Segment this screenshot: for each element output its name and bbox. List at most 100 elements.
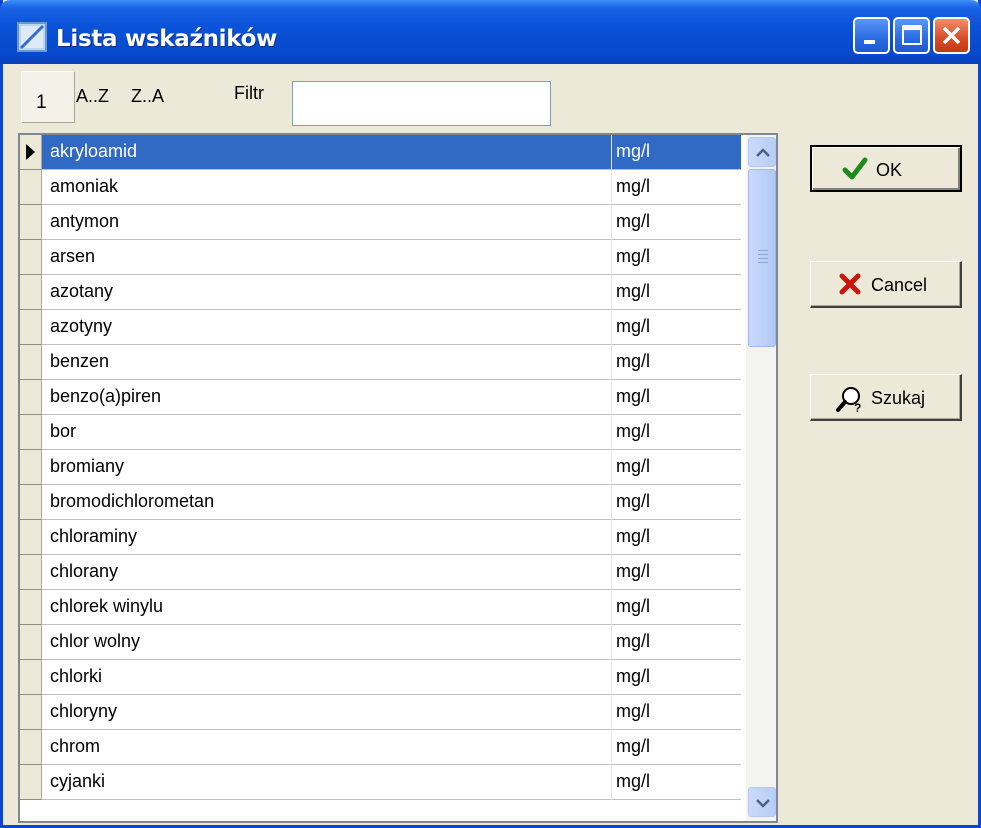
cell-unit[interactable]: mg/l (612, 485, 741, 520)
cell-unit[interactable]: mg/l (612, 415, 741, 450)
sort-numeric-button[interactable]: 1 (21, 71, 75, 123)
filter-input[interactable] (292, 81, 551, 126)
cell-unit[interactable]: mg/l (612, 135, 741, 170)
cell-unit[interactable]: mg/l (612, 205, 741, 240)
cell-unit[interactable]: mg/l (612, 240, 741, 275)
row-indicator[interactable] (20, 555, 42, 590)
table-row[interactable]: arsen mg/l (20, 240, 741, 275)
row-indicator[interactable] (20, 240, 42, 275)
table-row[interactable]: chlorany mg/l (20, 555, 741, 590)
cell-name[interactable]: bor (42, 415, 612, 450)
row-indicator[interactable] (20, 380, 42, 415)
cell-unit[interactable]: mg/l (612, 450, 741, 485)
maximize-button[interactable] (893, 17, 930, 54)
cell-unit[interactable]: mg/l (612, 660, 741, 695)
row-indicator[interactable] (20, 135, 42, 170)
row-indicator[interactable] (20, 765, 42, 800)
cell-unit[interactable]: mg/l (612, 625, 741, 660)
table-row[interactable]: bor mg/l (20, 415, 741, 450)
cell-unit[interactable]: mg/l (612, 275, 741, 310)
sort-az-button[interactable]: A..Z (76, 86, 109, 107)
cancel-button[interactable]: Cancel (810, 261, 962, 308)
table-row[interactable]: azotany mg/l (20, 275, 741, 310)
dialog-window: Lista wskaźników 1 A..Z Z..A Filtr akryl… (0, 0, 981, 828)
cell-name[interactable]: amoniak (42, 170, 612, 205)
table-row[interactable]: antymon mg/l (20, 205, 741, 240)
row-indicator[interactable] (20, 310, 42, 345)
row-indicator[interactable] (20, 520, 42, 555)
row-indicator[interactable] (20, 730, 42, 765)
cell-unit[interactable]: mg/l (612, 520, 741, 555)
table-row[interactable]: bromiany mg/l (20, 450, 741, 485)
row-indicator[interactable] (20, 450, 42, 485)
table-row[interactable]: chlorek winylu mg/l (20, 590, 741, 625)
cell-name[interactable]: benzo(a)piren (42, 380, 612, 415)
row-indicator[interactable] (20, 695, 42, 730)
row-indicator[interactable] (20, 660, 42, 695)
maximize-icon (902, 25, 922, 45)
table-row[interactable]: azotyny mg/l (20, 310, 741, 345)
cell-unit[interactable]: mg/l (612, 310, 741, 345)
table-row[interactable]: cyjanki mg/l (20, 765, 741, 800)
cell-name[interactable]: antymon (42, 205, 612, 240)
filter-toolbar: 1 A..Z Z..A Filtr (18, 67, 981, 127)
x-mark-icon (839, 273, 861, 295)
table-row[interactable]: chrom mg/l (20, 730, 741, 765)
ok-button[interactable]: OK (810, 145, 962, 192)
search-button[interactable]: ? Szukaj (810, 374, 962, 421)
row-indicator[interactable] (20, 590, 42, 625)
table-row[interactable]: chloryny mg/l (20, 695, 741, 730)
cell-unit[interactable]: mg/l (612, 590, 741, 625)
cell-name[interactable]: chlorki (42, 660, 612, 695)
row-indicator[interactable] (20, 205, 42, 240)
cell-name[interactable]: arsen (42, 240, 612, 275)
table-row[interactable]: benzen mg/l (20, 345, 741, 380)
close-button[interactable] (933, 17, 970, 54)
cell-name[interactable]: chlorek winylu (42, 590, 612, 625)
row-indicator[interactable] (20, 345, 42, 380)
cell-name[interactable]: bromodichlorometan (42, 485, 612, 520)
cell-unit[interactable]: mg/l (612, 380, 741, 415)
row-indicator[interactable] (20, 415, 42, 450)
scroll-thumb[interactable] (748, 169, 776, 347)
sort-za-button[interactable]: Z..A (131, 86, 164, 107)
table-row[interactable]: benzo(a)piren mg/l (20, 380, 741, 415)
minimize-button[interactable] (853, 17, 890, 54)
cell-unit[interactable]: mg/l (612, 765, 741, 800)
cell-name[interactable]: cyjanki (42, 765, 612, 800)
cell-name[interactable]: akryloamid (42, 135, 612, 170)
checkmark-icon (842, 157, 868, 180)
row-indicator[interactable] (20, 170, 42, 205)
vertical-scrollbar[interactable] (745, 135, 776, 821)
table-row[interactable]: chlor wolny mg/l (20, 625, 741, 660)
cell-unit[interactable]: mg/l (612, 555, 741, 590)
cell-unit[interactable]: mg/l (612, 730, 741, 765)
cell-name[interactable]: chlorany (42, 555, 612, 590)
scroll-up-button[interactable] (748, 137, 776, 167)
search-label: Szukaj (871, 388, 926, 408)
indicator-grid[interactable]: akryloamid mg/l amoniak mg/l antymon mg/l arse… (18, 133, 778, 823)
cell-unit[interactable]: mg/l (612, 695, 741, 730)
cell-name[interactable]: azotyny (42, 310, 612, 345)
row-indicator[interactable] (20, 625, 42, 660)
table-row[interactable]: akryloamid mg/l (20, 135, 741, 170)
table-row[interactable]: chloraminy mg/l (20, 520, 741, 555)
title-bar[interactable]: Lista wskaźników (0, 0, 981, 64)
cell-name[interactable]: chloryny (42, 695, 612, 730)
cell-name[interactable]: azotany (42, 275, 612, 310)
row-indicator[interactable] (20, 275, 42, 310)
cell-name[interactable]: chloraminy (42, 520, 612, 555)
table-row[interactable]: bromodichlorometan mg/l (20, 485, 741, 520)
table-row[interactable]: amoniak mg/l (20, 170, 741, 205)
cell-unit[interactable]: mg/l (612, 170, 741, 205)
cell-name[interactable]: bromiany (42, 450, 612, 485)
sort-numeric-label: 1 (36, 92, 47, 113)
scroll-down-button[interactable] (748, 787, 776, 817)
cell-name[interactable]: benzen (42, 345, 612, 380)
cell-unit[interactable]: mg/l (612, 345, 741, 380)
cell-name[interactable]: chlor wolny (42, 625, 612, 660)
cell-name[interactable]: chrom (42, 730, 612, 765)
row-indicator[interactable] (20, 485, 42, 520)
thumb-grip (758, 258, 768, 259)
table-row[interactable]: chlorki mg/l (20, 660, 741, 695)
